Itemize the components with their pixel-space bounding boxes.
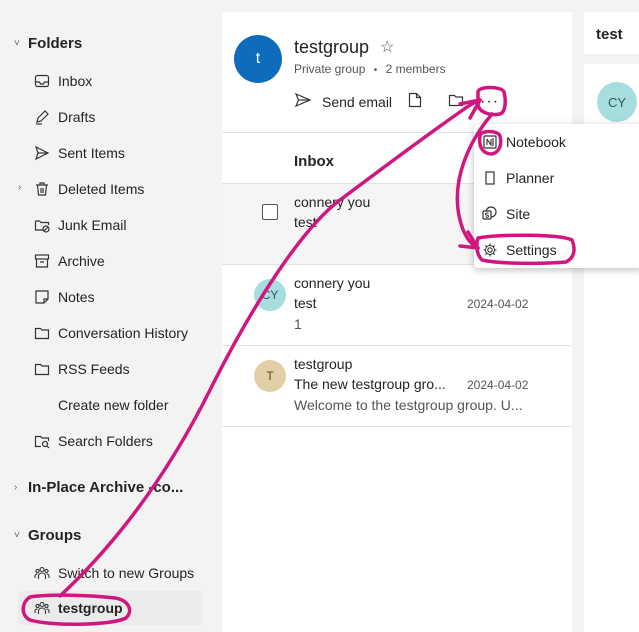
sharepoint-icon xyxy=(482,206,498,222)
menu-item-site[interactable]: Site xyxy=(474,196,639,232)
list-heading: Inbox xyxy=(294,153,334,170)
folder-notes[interactable]: Notes xyxy=(34,282,95,312)
in-place-archive-heading[interactable]: › In-Place Archive -co... xyxy=(14,479,183,496)
group-type: Private group xyxy=(294,62,366,76)
folder-label: Drafts xyxy=(58,109,96,125)
avatar: CY xyxy=(254,279,286,311)
group-avatar: t xyxy=(234,35,282,83)
pencil-icon xyxy=(34,109,50,125)
chevron-down-icon: ˅ xyxy=(14,530,20,541)
folder-label: Junk Email xyxy=(58,217,127,233)
folder-label: RSS Feeds xyxy=(58,361,130,377)
folder-label: Deleted Items xyxy=(58,181,145,197)
send-icon xyxy=(34,145,50,161)
folder-archive[interactable]: Archive xyxy=(34,246,105,276)
create-folder-label: Create new folder xyxy=(58,397,169,413)
chevron-down-icon: ˅ xyxy=(14,38,20,49)
groups-heading[interactable]: ˅ Groups xyxy=(14,527,81,544)
inbox-icon xyxy=(34,73,50,89)
reading-subject-bar: test xyxy=(584,12,639,54)
groups-heading-label: Groups xyxy=(28,527,82,544)
message-subject: The new testgroup gro... xyxy=(294,376,446,392)
people-icon xyxy=(34,600,50,616)
list-item[interactable]: T testgroup The new testgroup gro... 202… xyxy=(222,346,572,426)
note-icon xyxy=(34,289,50,305)
folders-heading-label: Folders xyxy=(28,35,83,52)
archive-heading-label: In-Place Archive -co... xyxy=(28,479,184,496)
message-preview: Welcome to the testgroup group. U... xyxy=(294,397,523,413)
planner-icon xyxy=(482,170,498,186)
people-icon xyxy=(34,565,50,581)
star-icon[interactable]: ☆ xyxy=(380,37,394,57)
menu-item-notebook[interactable]: Notebook xyxy=(474,124,639,160)
folder-conversation-history[interactable]: Conversation History xyxy=(34,318,188,348)
folder-junk-email[interactable]: Junk Email xyxy=(34,210,126,240)
gear-icon xyxy=(482,242,498,258)
message-sender: connery you xyxy=(294,194,371,210)
message-date: 2024-04-02 xyxy=(467,378,529,392)
folder-icon xyxy=(34,325,50,341)
message-sender: testgroup xyxy=(294,356,353,372)
menu-item-settings[interactable]: Settings xyxy=(474,232,639,268)
group-avatar-letter: t xyxy=(255,50,261,67)
row-divider xyxy=(222,426,572,427)
group-label: testgroup xyxy=(58,600,123,616)
folder-drafts[interactable]: Drafts xyxy=(34,102,95,132)
search-folder-icon xyxy=(34,433,50,449)
archive-icon xyxy=(34,253,50,269)
folder-rss-feeds[interactable]: RSS Feeds xyxy=(34,354,130,384)
folder-pane: ˅ Folders Inbox Drafts Sent Items › Dele… xyxy=(0,0,212,632)
more-options-icon[interactable]: ··· xyxy=(480,93,499,111)
message-date: 2024-04-02 xyxy=(467,297,529,311)
folder-sent-items[interactable]: Sent Items xyxy=(34,138,125,168)
group-item-testgroup[interactable]: testgroup xyxy=(34,593,123,623)
group-members[interactable]: 2 members xyxy=(386,62,446,76)
group-meta: Private group • 2 members xyxy=(294,62,446,76)
menu-item-label: Settings xyxy=(506,242,557,258)
avatar: T xyxy=(254,360,286,392)
folder-deleted-items[interactable]: Deleted Items xyxy=(34,174,144,204)
send-icon xyxy=(294,92,312,111)
select-checkbox[interactable] xyxy=(262,204,278,220)
chevron-right-icon: › xyxy=(14,482,18,493)
folder-label: Notes xyxy=(58,289,95,305)
send-email-button[interactable]: Send email xyxy=(294,92,392,111)
send-email-label: Send email xyxy=(322,93,393,110)
calendar-icon[interactable] xyxy=(448,92,464,111)
message-subject: test xyxy=(294,214,317,230)
folder-label: Search Folders xyxy=(58,433,153,449)
folder-icon xyxy=(34,361,50,377)
menu-item-label: Planner xyxy=(506,170,555,186)
list-item[interactable]: CY connery you test 2024-04-02 1 xyxy=(222,265,572,345)
message-subject: test xyxy=(294,295,317,311)
folder-label: Inbox xyxy=(58,73,93,89)
menu-item-label: Notebook xyxy=(506,134,566,150)
group-label: Switch to new Groups xyxy=(58,565,195,581)
menu-item-label: Site xyxy=(506,206,531,222)
switch-to-new-groups[interactable]: Switch to new Groups xyxy=(34,558,194,588)
folders-heading[interactable]: ˅ Folders xyxy=(14,35,82,52)
chevron-right-icon[interactable]: › xyxy=(18,182,21,193)
group-name: testgroup xyxy=(294,37,370,57)
folder-label: Sent Items xyxy=(58,145,125,161)
folder-label: Archive xyxy=(58,253,105,269)
message-sender: connery you xyxy=(294,275,371,291)
menu-item-planner[interactable]: Planner xyxy=(474,160,639,196)
avatar: CY xyxy=(597,82,637,122)
reading-subject: test xyxy=(596,26,623,43)
group-toolbar: Send email ··· xyxy=(294,92,499,111)
junk-folder-icon xyxy=(34,217,50,233)
onenote-icon xyxy=(482,134,498,150)
separator-dot: • xyxy=(373,65,378,76)
more-options-menu: Notebook Planner Site Settings xyxy=(474,124,639,268)
folder-inbox[interactable]: Inbox xyxy=(34,66,92,96)
trash-icon xyxy=(34,181,50,197)
folder-label: Conversation History xyxy=(58,325,188,341)
create-new-folder-link[interactable]: Create new folder xyxy=(58,390,169,420)
files-icon[interactable] xyxy=(408,92,422,111)
folder-search-folders[interactable]: Search Folders xyxy=(34,426,153,456)
message-preview: 1 xyxy=(294,316,302,332)
